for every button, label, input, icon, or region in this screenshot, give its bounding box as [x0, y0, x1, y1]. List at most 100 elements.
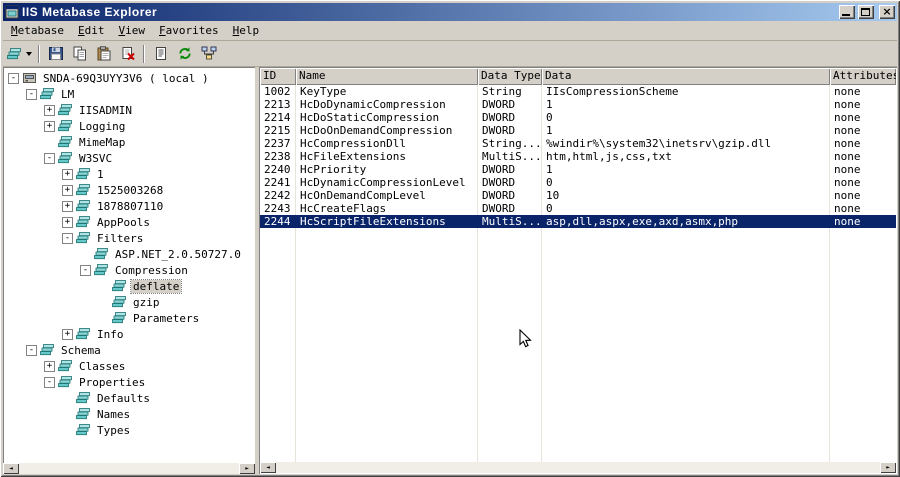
scroll-left-icon[interactable]: ◄ [3, 463, 19, 474]
tree-node-snda-69q3uyy3v6-local[interactable]: - SNDA-69Q3UYY3V6 ( local ) [4, 70, 255, 86]
tree-node-1[interactable]: +1 [4, 166, 255, 182]
table-row[interactable]: 2215 HcDoOnDemandCompression DWORD 1 none [260, 124, 896, 137]
scroll-left-icon[interactable]: ◄ [260, 462, 276, 473]
scroll-right-icon[interactable]: ► [239, 463, 255, 474]
tree-node-1525003268[interactable]: +1525003268 [4, 182, 255, 198]
table-row[interactable]: 1002 KeyType String IIsCompressionScheme non… [260, 85, 896, 98]
expand-plus-icon[interactable]: + [62, 184, 73, 196]
tree-node-logging[interactable]: + Logging [4, 118, 255, 134]
paste-button[interactable] [92, 43, 115, 65]
menu-bar: Metabase Edit View Favorites Help [3, 21, 897, 41]
menu-edit[interactable]: Edit [71, 22, 112, 39]
scroll-right-icon[interactable]: ► [880, 462, 896, 473]
tree-horizontal-scrollbar[interactable]: ◄ ► [3, 463, 255, 474]
column-header-data[interactable]: Data [542, 68, 830, 85]
new-record-button[interactable] [6, 43, 34, 65]
expand-plus-icon[interactable]: + [62, 168, 73, 180]
expand-plus-icon[interactable]: + [62, 216, 73, 228]
cell-data: 1 [546, 124, 553, 137]
tree-node-properties[interactable]: - Properties [4, 374, 255, 390]
tree-node-w3svc[interactable]: - W3SVC [4, 150, 255, 166]
key-icon [40, 343, 56, 357]
menu-favorites[interactable]: Favorites [152, 22, 226, 39]
minimize-button[interactable] [839, 5, 855, 19]
delete-button[interactable] [116, 43, 139, 65]
column-header-data-type[interactable]: Data Type [478, 68, 542, 85]
collapse-minus-icon[interactable]: - [44, 376, 55, 388]
cell-name: HcCreateFlags [300, 202, 387, 215]
collapse-minus-icon[interactable]: - [44, 152, 55, 164]
paste-icon [95, 46, 112, 62]
dropdown-arrow-icon[interactable] [23, 43, 34, 65]
refresh-button[interactable] [173, 43, 196, 65]
cell-data: 1 [546, 163, 553, 176]
collapse-minus-icon[interactable]: - [62, 232, 73, 244]
collapse-minus-icon[interactable]: - [80, 264, 91, 276]
maximize-button[interactable] [858, 5, 874, 19]
table-row[interactable]: 2243 HcCreateFlags DWORD 0 none [260, 202, 896, 215]
expand-plus-icon[interactable]: + [62, 328, 73, 340]
tree-node-label: LM [61, 87, 75, 101]
tree-node-info[interactable]: + Info [4, 326, 255, 342]
save-button[interactable] [44, 43, 67, 65]
properties-button[interactable] [149, 43, 172, 65]
table-row[interactable]: 2240 HcPriority DWORD 1 none [260, 163, 896, 176]
tree-node-apppools[interactable]: + AppPools [4, 214, 255, 230]
list-horizontal-scrollbar[interactable]: ◄ ► [260, 462, 896, 473]
column-header-attributes[interactable]: Attributes [830, 68, 896, 85]
cell-data-type: MultiS... [482, 215, 542, 228]
table-row[interactable]: 2241 HcDynamicCompressionLevel DWORD 0 none [260, 176, 896, 189]
refresh-icon [176, 46, 193, 62]
expand-plus-icon[interactable]: + [62, 200, 73, 212]
title-bar[interactable]: IIS Metabase Explorer × [3, 3, 897, 21]
menu-help[interactable]: Help [226, 22, 267, 39]
tree-node-compression[interactable]: - Compression [4, 262, 255, 278]
tree-node-names[interactable]: Names [4, 406, 255, 422]
tree-node-asp-net-2-0-50727-0[interactable]: ASP.NET_2.0.50727.0 [4, 246, 255, 262]
column-header-name[interactable]: Name [296, 68, 478, 85]
tree-node-defaults[interactable]: Defaults [4, 390, 255, 406]
tree-node-schema[interactable]: - Schema [4, 342, 255, 358]
table-row[interactable]: 2242 HcOnDemandCompLevel DWORD 10 none [260, 189, 896, 202]
table-row[interactable]: 2214 HcDoStaticCompression DWORD 0 none [260, 111, 896, 124]
cell-data: 0 [546, 176, 553, 189]
list-scrollbar-track[interactable] [276, 462, 880, 473]
table-row[interactable]: 2213 HcDoDynamicCompression DWORD 1 none [260, 98, 896, 111]
menu-view[interactable]: View [111, 22, 152, 39]
collapse-minus-icon[interactable]: - [8, 72, 19, 84]
tree-node-types[interactable]: Types [4, 422, 255, 438]
menu-metabase[interactable]: Metabase [4, 22, 71, 39]
column-header-id[interactable]: ID [260, 68, 296, 85]
close-button[interactable]: × [879, 5, 895, 19]
cell-id: 2213 [264, 98, 291, 111]
tree-node-mimemap[interactable]: MimeMap [4, 134, 255, 150]
collapse-minus-icon[interactable]: - [26, 344, 37, 356]
tree-node-classes[interactable]: + Classes [4, 358, 255, 374]
cell-name: HcOnDemandCompLevel [300, 189, 426, 202]
expand-plus-icon[interactable]: + [44, 360, 55, 372]
tree-node-filters[interactable]: - Filters [4, 230, 255, 246]
key-icon [76, 199, 92, 213]
tree-node-label: Filters [97, 231, 144, 245]
expand-plus-icon[interactable]: + [44, 120, 55, 132]
tree-node-1878807110[interactable]: +1878807110 [4, 198, 255, 214]
tree-node-iisadmin[interactable]: + IISADMIN [4, 102, 255, 118]
connect-button[interactable] [197, 43, 220, 65]
tree-node-label: MimeMap [79, 135, 126, 149]
tree-node-deflate[interactable]: deflate [4, 278, 255, 294]
table-row[interactable]: 2238 HcFileExtensions MultiS... htm,html,js… [260, 150, 896, 163]
expand-plus-icon[interactable]: + [44, 104, 55, 116]
tree-scrollbar-track[interactable] [19, 463, 239, 474]
connect-icon [200, 46, 217, 62]
tree-node-lm[interactable]: - LM [4, 86, 255, 102]
collapse-minus-icon[interactable]: - [26, 88, 37, 100]
computer-icon [22, 71, 38, 85]
cell-data-type: String... [482, 137, 542, 150]
tree-node-gzip[interactable]: gzip [4, 294, 255, 310]
table-row[interactable]: 2244 HcScriptFileExtensions MultiS... asp,d… [260, 215, 896, 228]
tree-node-label: Defaults [97, 391, 150, 405]
table-row[interactable]: 2237 HcCompressionDll String... %windir%\sy… [260, 137, 896, 150]
copy-button[interactable] [68, 43, 91, 65]
tree-node-parameters[interactable]: Parameters [4, 310, 255, 326]
key-icon [76, 407, 92, 421]
